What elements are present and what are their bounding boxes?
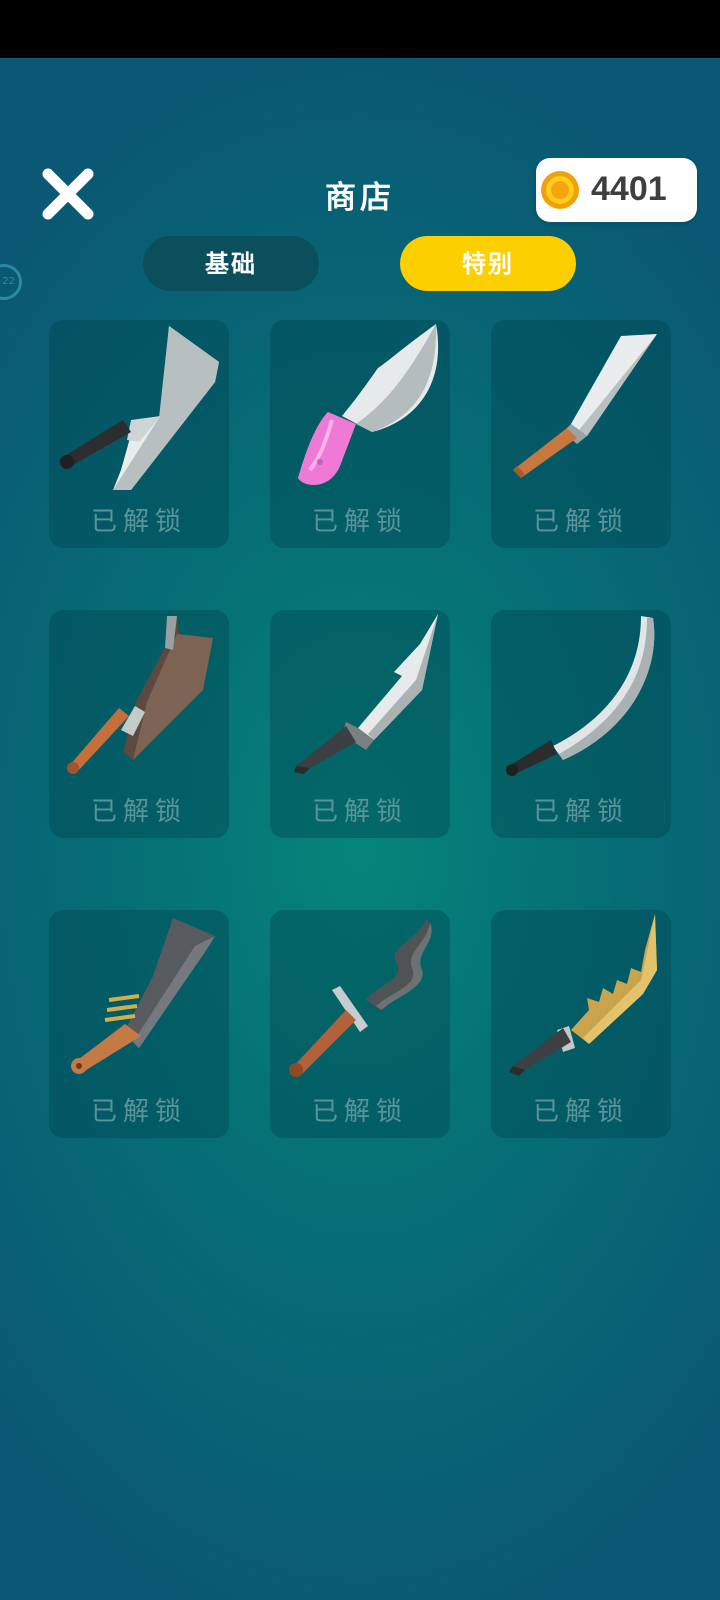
dark-cleaver-icon	[67, 616, 213, 774]
item-status-label: 已解锁	[311, 797, 408, 827]
coin-count: 4401	[591, 170, 667, 208]
status-bar	[0, 0, 720, 58]
item-status-label: 已解锁	[532, 1097, 629, 1127]
side-badge[interactable]: 22	[0, 264, 22, 300]
broad-machete-icon	[71, 918, 215, 1074]
tab-basic[interactable]: 基础	[143, 236, 319, 291]
serrated-hunting-knife-icon	[294, 614, 438, 774]
close-x-icon	[42, 168, 94, 220]
item-status-label: 已解锁	[90, 507, 187, 537]
item-status-label: 已解锁	[90, 1097, 187, 1127]
pink-handle-knife-icon	[298, 324, 439, 486]
cleaver-knife-icon	[60, 326, 219, 490]
item-status-label: 已解锁	[311, 507, 408, 537]
tab-special[interactable]: 特别	[400, 236, 576, 291]
shop-item-9[interactable]: 已解锁	[491, 910, 671, 1138]
item-status-label: 已解锁	[90, 797, 187, 827]
item-status-label: 已解锁	[532, 797, 629, 827]
shop-item-3[interactable]: 已解锁	[491, 320, 671, 548]
item-status-label: 已解锁	[311, 1097, 408, 1127]
coin-balance: 4401	[536, 158, 697, 222]
golden-sawtooth-blade-icon	[509, 914, 657, 1076]
shop-item-5[interactable]: 已解锁	[270, 610, 450, 838]
shop-item-8[interactable]: 已解锁	[270, 910, 450, 1138]
close-button[interactable]	[40, 166, 96, 222]
chef-knife-icon	[513, 334, 657, 478]
page-title: 商店	[325, 180, 395, 216]
curved-blade-icon	[506, 616, 655, 776]
shop-item-7[interactable]: 已解锁	[49, 910, 229, 1138]
item-status-label: 已解锁	[532, 507, 629, 537]
shop-item-6[interactable]: 已解锁	[491, 610, 671, 838]
wavy-dagger-icon	[289, 918, 432, 1077]
shop-item-2[interactable]: 已解锁	[270, 320, 450, 548]
gold-coin-icon	[541, 171, 579, 209]
shop-item-4[interactable]: 已解锁	[49, 610, 229, 838]
shop-item-1[interactable]: 已解锁	[49, 320, 229, 548]
